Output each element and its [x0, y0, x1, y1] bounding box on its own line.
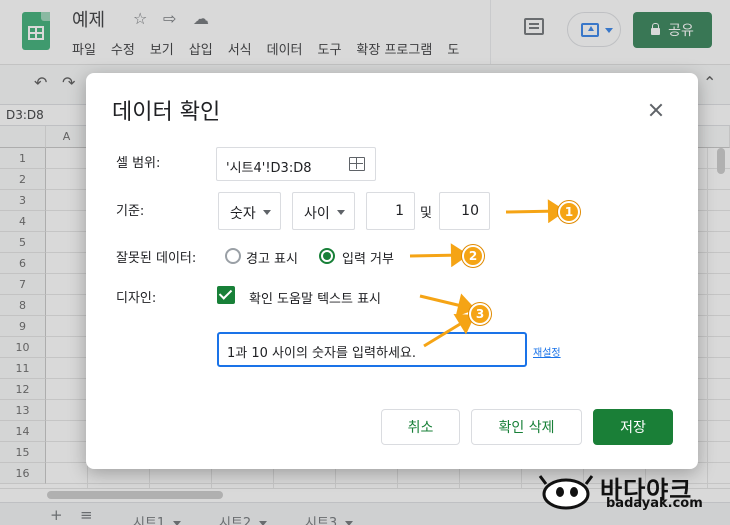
- annotation-arrow: [419, 293, 476, 317]
- annotation-arrows: [409, 199, 566, 348]
- annotation-arrow: [409, 243, 469, 268]
- annotation-badge-2: 2: [462, 245, 484, 267]
- annotation-badge-3: 3: [469, 303, 491, 325]
- annotation-badge-1: 1: [558, 201, 580, 223]
- annotation-arrow: [505, 199, 566, 224]
- watermark-url: badayak.com: [606, 496, 703, 511]
- annotation-arrow: [423, 313, 476, 348]
